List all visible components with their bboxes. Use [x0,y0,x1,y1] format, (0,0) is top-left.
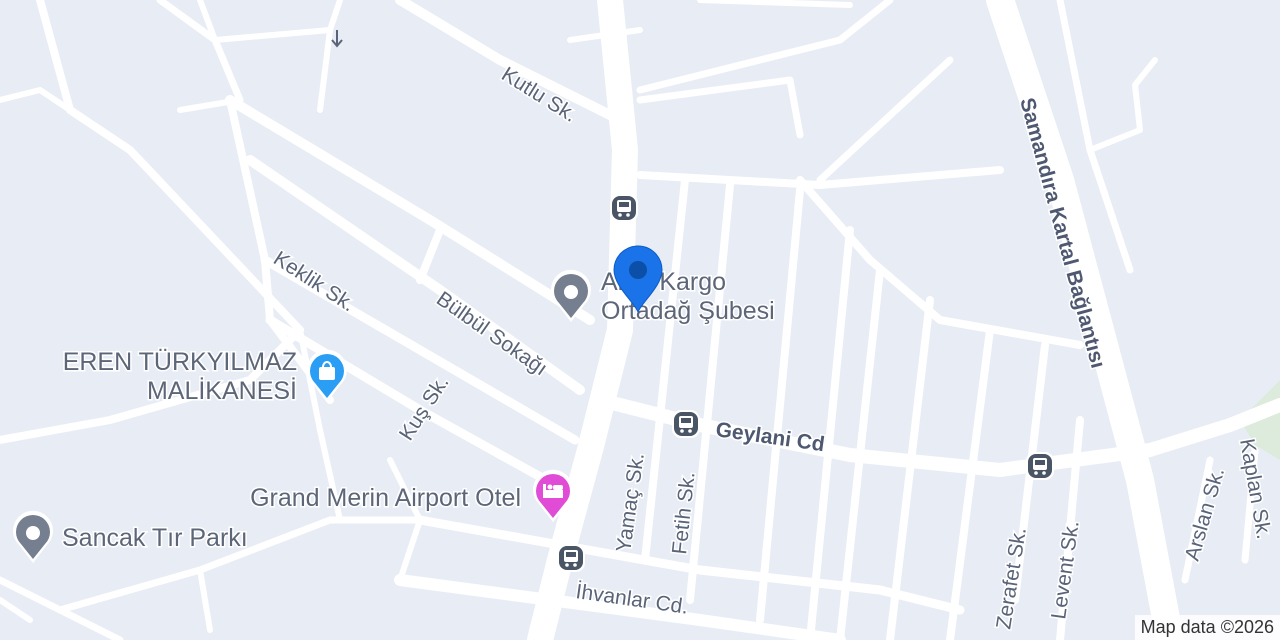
map-canvas[interactable]: Kutlu Sk. Keklik Sk. Bülbül Sokağı Kuş S… [0,0,1280,640]
poi-label-sancak: Sancak Tır Parkı [62,524,248,552]
poi-label-aras-line2: Ortadağ Şubesi [601,297,775,325]
poi-label-eren-line2: MALİKANESİ [147,376,297,405]
bus-stop-icon[interactable] [557,544,585,572]
poi-label-eren-line1: EREN TÜRKYILMAZ [63,348,297,376]
bus-stop-icon[interactable] [672,410,700,438]
poi-label-grand-merin: Grand Merin Airport Otel [250,484,521,512]
map-attribution: Map data ©2026 [1134,615,1280,640]
bus-stop-icon[interactable] [1026,452,1054,480]
bus-stop-icon[interactable] [610,194,638,222]
